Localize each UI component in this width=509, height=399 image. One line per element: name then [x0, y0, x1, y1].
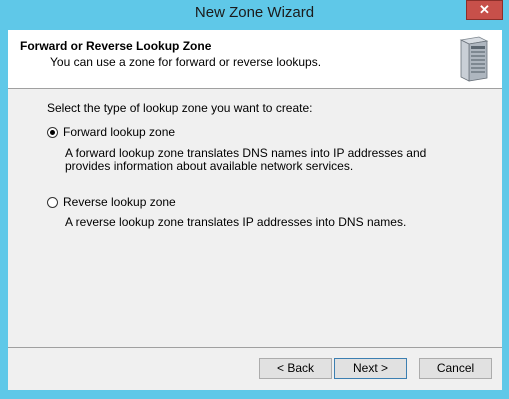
wizard-client-area: Forward or Reverse Lookup Zone You can u… [8, 30, 502, 390]
cancel-button[interactable]: Cancel [419, 358, 492, 379]
wizard-header: Forward or Reverse Lookup Zone You can u… [8, 30, 502, 89]
footer-divider [8, 347, 502, 348]
close-button[interactable]: ✕ [466, 0, 503, 20]
reverse-lookup-description: A reverse lookup zone translates IP addr… [65, 215, 407, 229]
wizard-body: Select the type of lookup zone you want … [8, 89, 502, 347]
forward-lookup-option[interactable]: Forward lookup zone [47, 124, 175, 140]
server-icon [459, 36, 489, 82]
reverse-lookup-label[interactable]: Reverse lookup zone [63, 195, 176, 209]
window-title: New Zone Wizard [194, 4, 315, 21]
reverse-lookup-option[interactable]: Reverse lookup zone [47, 194, 176, 210]
forward-lookup-label[interactable]: Forward lookup zone [63, 125, 175, 139]
page-title: Forward or Reverse Lookup Zone [20, 39, 212, 53]
forward-lookup-radio[interactable] [47, 126, 58, 138]
wizard-window: New Zone Wizard ✕ Forward or Reverse Loo… [0, 0, 509, 399]
back-button[interactable]: < Back [259, 358, 332, 379]
forward-lookup-description: A forward lookup zone translates DNS nam… [65, 146, 427, 173]
close-icon: ✕ [479, 2, 490, 17]
page-subtitle: You can use a zone for forward or revers… [50, 55, 322, 69]
selection-prompt: Select the type of lookup zone you want … [47, 101, 313, 115]
next-button[interactable]: Next > [334, 358, 407, 379]
reverse-lookup-radio[interactable] [47, 196, 58, 208]
title-bar[interactable]: New Zone Wizard ✕ [0, 0, 509, 30]
